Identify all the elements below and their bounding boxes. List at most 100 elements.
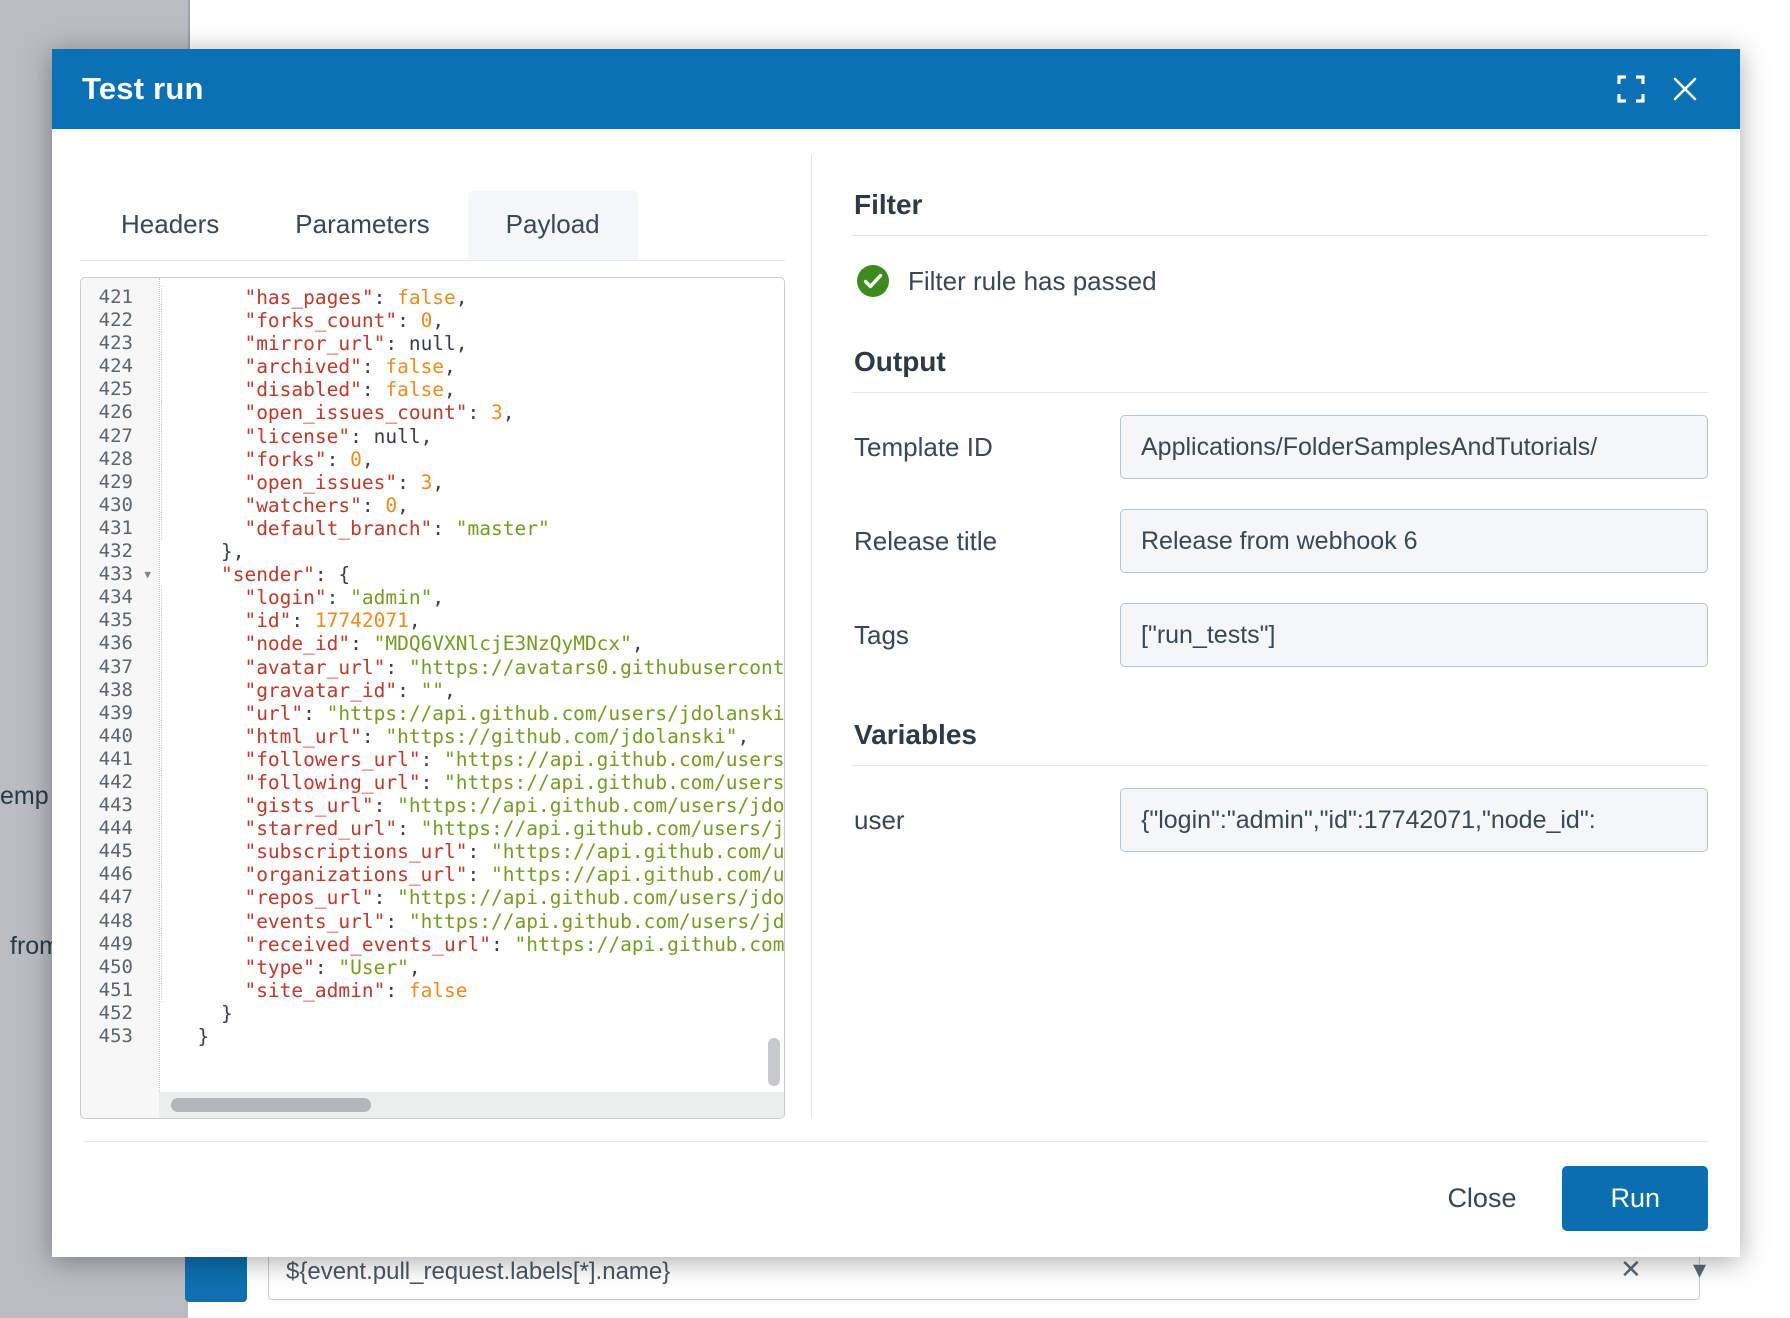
code-line: "mirror_url": null, (160, 332, 784, 356)
code-line: "watchers": 0, (160, 493, 784, 518)
filter-section: Filter Filter rule has passed (852, 189, 1708, 302)
line-number: 441 (98, 747, 133, 770)
line-number: 423 (98, 332, 133, 355)
output-field-row: Template ID Applications/FolderSamplesAnd… (852, 415, 1708, 479)
code-line: } (174, 1025, 210, 1048)
line-number: 425 (98, 378, 133, 401)
line-number: 421 (98, 286, 133, 308)
run-button[interactable]: Run (1562, 1166, 1708, 1231)
editor-horizontal-scroll-thumb[interactable] (171, 1098, 371, 1112)
code-line: "login": "admin", (160, 586, 784, 610)
code-line: "has_pages": false, (160, 286, 784, 310)
editor-code-area[interactable]: "has_pages": false, "forks_count": 0, "m… (159, 278, 784, 1118)
fullscreen-icon[interactable] (1604, 62, 1658, 116)
line-number: 449 (98, 932, 133, 955)
code-line: "forks_count": 0, (160, 309, 784, 333)
variable-field-label: user (854, 804, 905, 835)
code-line: "organizations_url": "https://api.github… (160, 863, 784, 887)
close-icon[interactable] (1658, 62, 1712, 116)
line-number: 434 (98, 586, 133, 609)
filter-status-row: Filter rule has passed (852, 258, 1708, 302)
line-number: 444 (98, 817, 133, 840)
line-number: 437 (98, 655, 133, 678)
code-line: "id": 17742071, (160, 609, 784, 633)
code-line: "open_issues_count": 3, (160, 401, 784, 425)
code-line: "type": "User", (160, 955, 784, 979)
code-line: "received_events_url": "https://api.gith… (160, 932, 784, 956)
line-number: 440 (98, 724, 133, 747)
line-number: 431 (98, 516, 133, 539)
line-number: 429 (98, 470, 133, 493)
code-line: "followers_url": "https://api.github.com… (160, 747, 784, 772)
output-section: Output Template ID Applications/FolderSam… (852, 346, 1708, 667)
variable-field-row: user {"login":"admin","id":17742071,"node… (852, 788, 1708, 852)
filter-heading: Filter (854, 189, 923, 220)
variables-field-list: user {"login":"admin","id":17742071,"node… (852, 788, 1708, 852)
variables-divider (852, 765, 1708, 766)
payload-pane: Headers Parameters Payload 421 422 423 424 425… (52, 155, 812, 1119)
code-line: "starred_url": "https://api.github.com/u… (160, 817, 784, 841)
output-divider (852, 392, 1708, 393)
output-field-label: Release title (854, 525, 998, 556)
code-line: "events_url": "https://api.github.com/us… (160, 909, 784, 933)
code-line: "forks": 0, (160, 447, 784, 471)
variables-heading: Variables (854, 719, 977, 750)
dialog-header: Test run (52, 49, 1740, 129)
editor-vertical-scrollbar[interactable] (768, 1038, 780, 1086)
line-number: 438 (98, 678, 133, 701)
line-number: 435 (98, 609, 133, 632)
results-pane: Filter Filter rule has passed Output Tem… (812, 155, 1740, 1119)
code-line: } (174, 1001, 233, 1025)
line-number: 427 (98, 424, 133, 447)
output-field-value[interactable]: Release from webhook 6 (1120, 509, 1708, 573)
code-line: "url": "https://api.github.com/users/jdo… (160, 701, 784, 725)
output-field-list: Template ID Applications/FolderSamplesAnd… (852, 415, 1708, 667)
filter-divider (852, 235, 1708, 236)
editor-code-content: "has_pages": false, "forks_count": 0, "m… (160, 286, 784, 1048)
code-line: "html_url": "https://github.com/jdolansk… (160, 724, 784, 748)
line-number: 452 (98, 1001, 133, 1024)
line-number: 432 (98, 540, 133, 563)
editor-horizontal-scrollbar[interactable] (159, 1092, 784, 1118)
tab-headers[interactable]: Headers (83, 191, 257, 260)
variables-section: Variables user {"login":"admin","id":1774… (852, 719, 1708, 852)
code-line: "following_url": "https://api.github.com… (160, 770, 784, 795)
code-line: "sender": { (220, 563, 351, 587)
line-number: 445 (98, 840, 133, 863)
payload-code-editor[interactable]: 421 422 423 424 425 426 427 428 429 430 431 432 433 ▼… (80, 277, 785, 1119)
output-field-label: Tags (854, 619, 909, 650)
code-line: "subscriptions_url": "https://api.github… (160, 840, 784, 864)
code-line: "open_issues": 3, (160, 470, 784, 494)
code-line: "node_id": "MDQ6VXNlcjE3NzQyMDcx", (160, 632, 784, 656)
line-number: 430 (98, 493, 133, 516)
close-button[interactable]: Close (1413, 1167, 1550, 1230)
editor-line-number-gutter: 421 422 423 424 425 426 427 428 429 430 431 432 433 ▼… (81, 278, 159, 1118)
code-line: "disabled": false, (160, 378, 784, 402)
code-line: }, (174, 540, 245, 564)
line-number: 436 (98, 632, 133, 655)
output-field-value[interactable]: Applications/FolderSamplesAndTutorials/ (1120, 415, 1708, 479)
line-number: 453 (98, 1025, 133, 1047)
line-number: 433 ▼ (98, 563, 151, 586)
code-line: "gists_url": "https://api.github.com/use… (160, 794, 784, 818)
line-number: 443 (98, 794, 133, 817)
line-number: 447 (98, 886, 133, 909)
dialog-footer: Close Run (84, 1141, 1708, 1257)
line-number: 426 (98, 401, 133, 424)
tab-payload[interactable]: Payload (467, 191, 638, 260)
output-field-row: Tags ["run_tests"] (852, 603, 1708, 667)
test-run-dialog: Test run Headers Parameters Payload 421 … (52, 49, 1740, 1257)
filter-status-text: Filter rule has passed (908, 265, 1157, 296)
output-field-value[interactable]: ["run_tests"] (1120, 603, 1708, 667)
tab-parameters[interactable]: Parameters (257, 191, 467, 260)
code-line: "gravatar_id": "", (160, 678, 784, 702)
background-expression-value: ${event.pull_request.labels[*].name} (286, 1258, 671, 1285)
chevron-down-icon[interactable]: ▼ (144, 563, 151, 586)
output-field-row: Release title Release from webhook 6 (852, 509, 1708, 573)
variable-field-value[interactable]: {"login":"admin","id":17742071,"node_id"… (1120, 788, 1708, 852)
dialog-body: Headers Parameters Payload 421 422 423 424 425… (52, 129, 1740, 1141)
output-field-label: Template ID (854, 431, 993, 462)
line-number: 450 (98, 955, 133, 978)
line-number: 448 (98, 909, 133, 932)
code-line: "site_admin": false (160, 978, 784, 1003)
